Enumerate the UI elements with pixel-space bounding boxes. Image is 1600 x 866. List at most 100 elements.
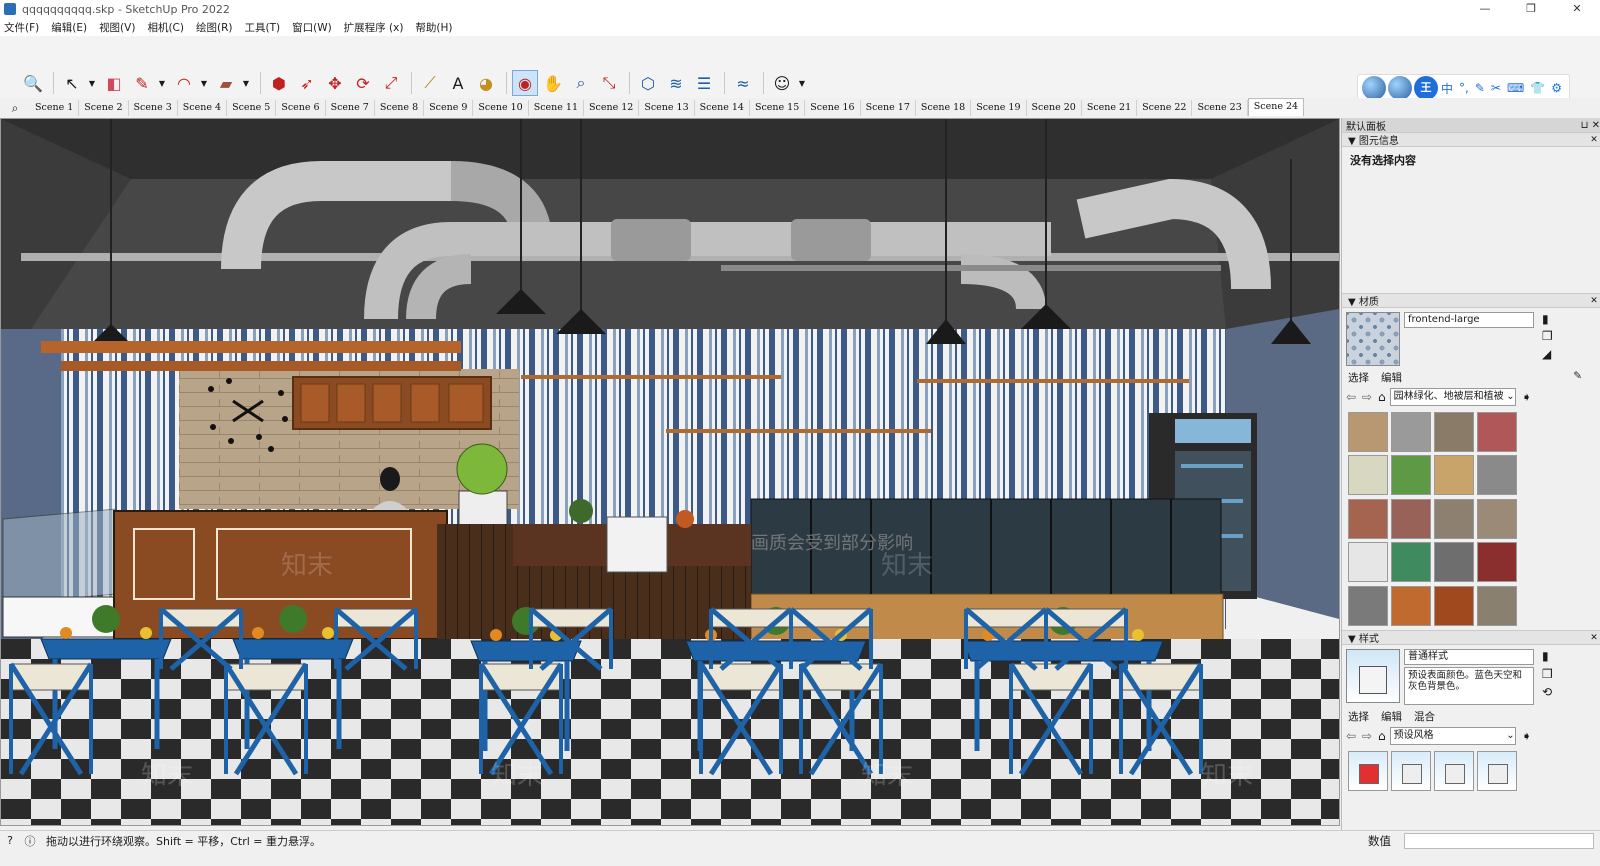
menu-view[interactable]: 视图(V) — [99, 20, 135, 35]
follow-me-icon[interactable]: ➶ — [294, 70, 320, 96]
collapse-triangle-icon[interactable]: ▼ — [1348, 136, 1356, 147]
scene-tab[interactable]: Scene 14 — [695, 100, 750, 116]
material-swatch[interactable] — [1477, 412, 1517, 452]
tab-select[interactable]: 选择 — [1348, 709, 1369, 723]
scene-tab[interactable]: Scene 6 — [276, 100, 326, 116]
menu-file[interactable]: 文件(F) — [4, 20, 39, 35]
scene-tab[interactable]: Scene 15 — [750, 100, 806, 116]
info-icon[interactable]: ⓘ — [20, 833, 40, 849]
close-icon[interactable]: ✕ — [1588, 633, 1600, 643]
details-arrow-icon[interactable]: ➧ — [1522, 729, 1532, 743]
style-thumbnail[interactable] — [1348, 751, 1388, 791]
zoom-extents-icon[interactable]: ⤡ — [596, 70, 622, 96]
material-swatch[interactable] — [1477, 542, 1517, 583]
ime-screenshot-icon[interactable]: ✂ — [1491, 81, 1501, 95]
style-collection-select[interactable]: 预设风格 ⌄ — [1389, 727, 1516, 745]
scene-tab[interactable]: Scene 19 — [971, 100, 1027, 116]
chevron-down-icon[interactable]: ▼ — [241, 70, 251, 96]
ime-skin-icon[interactable]: 👕 — [1530, 81, 1545, 95]
material-preview-swatch[interactable] — [1346, 312, 1400, 366]
material-swatch[interactable] — [1477, 585, 1517, 626]
ime-chinese-toggle[interactable]: 中 — [1441, 80, 1453, 97]
style-thumbnail[interactable] — [1391, 751, 1431, 791]
tab-edit[interactable]: 编辑 — [1381, 709, 1402, 723]
zoom-icon[interactable]: ⌕ — [568, 70, 594, 96]
extension-icon[interactable]: ≋ — [663, 70, 689, 96]
close-button[interactable]: ✕ — [1554, 0, 1600, 18]
chevron-down-icon[interactable]: ▼ — [157, 70, 167, 96]
scene-render[interactable]: 画质会受到部分影响 知末 知末 知末 知末 知末 知末 — [1, 119, 1339, 825]
zoom-window-icon[interactable]: 🔍 — [20, 70, 46, 96]
ime-logo[interactable]: 王 — [1413, 76, 1438, 100]
scene-tab[interactable]: Scene 17 — [861, 100, 916, 116]
display-secondary-icon[interactable]: ▮ — [1542, 312, 1553, 329]
material-swatch[interactable] — [1434, 498, 1474, 539]
scene-tab[interactable]: Scene 10 — [473, 100, 529, 116]
material-swatch[interactable] — [1391, 412, 1431, 452]
chevron-down-icon[interactable]: ▼ — [199, 70, 209, 96]
material-swatch[interactable] — [1434, 542, 1474, 583]
scene-tab[interactable]: Scene 2 — [79, 100, 129, 116]
move-icon[interactable]: ✥ — [322, 70, 348, 96]
rotate-icon[interactable]: ⟳ — [350, 70, 376, 96]
style-thumbnail[interactable] — [1434, 751, 1474, 791]
measurements-input[interactable] — [1404, 833, 1594, 849]
materials-header[interactable]: ▼ 材质 ✕ — [1342, 293, 1600, 308]
menu-help[interactable]: 帮助(H) — [415, 20, 452, 35]
material-collection-select[interactable]: 园林绿化、地被层和植被 ⌄ — [1389, 388, 1516, 406]
scene-tab[interactable]: Scene 4 — [178, 100, 228, 116]
layers-icon[interactable]: ☰ — [691, 70, 717, 96]
menu-camera[interactable]: 相机(C) — [147, 20, 184, 35]
push-pull-icon[interactable]: ⬢ — [266, 70, 292, 96]
scene-tab[interactable]: Scene 7 — [326, 100, 375, 116]
material-swatch[interactable] — [1391, 542, 1431, 583]
scene-tab[interactable]: Scene 18 — [916, 100, 972, 116]
eraser-icon[interactable]: ◧ — [101, 70, 127, 96]
material-swatch[interactable] — [1391, 455, 1431, 496]
home-icon[interactable]: ⌂ — [1378, 390, 1386, 404]
ime-settings-icon[interactable]: ⚙ — [1551, 81, 1562, 95]
tab-mix[interactable]: 混合 — [1414, 709, 1435, 723]
create-material-icon[interactable]: ❒ — [1542, 329, 1553, 346]
style-description-input[interactable]: 预设表面颜色。蓝色天空和灰色背景色。 — [1404, 667, 1534, 705]
tray-pin-close-icon[interactable]: ⊔ ✕ — [1581, 120, 1600, 131]
pencil-icon[interactable]: ✎ — [129, 70, 155, 96]
tab-select[interactable]: 选择 — [1348, 370, 1369, 384]
globe-icon[interactable] — [1361, 76, 1386, 100]
sandbox-icon[interactable]: ≈ — [730, 70, 756, 96]
scene-tab[interactable]: Scene 20 — [1027, 100, 1082, 116]
back-arrow-icon[interactable]: ⇦ — [1346, 729, 1362, 743]
account-icon[interactable]: ☺ — [769, 70, 795, 96]
menu-extensions[interactable]: 扩展程序 (x) — [344, 20, 404, 35]
collapse-triangle-icon[interactable]: ▼ — [1348, 634, 1356, 645]
ime-keyboard-icon[interactable]: ⌨ — [1507, 81, 1524, 95]
menu-window[interactable]: 窗口(W) — [292, 20, 332, 35]
home-icon[interactable]: ⌂ — [1378, 729, 1386, 743]
scene-tab[interactable]: Scene 5 — [227, 100, 277, 116]
rectangle-icon[interactable]: ▰ — [213, 70, 239, 96]
orbit-icon[interactable]: ◉ — [512, 70, 538, 96]
material-swatch[interactable] — [1434, 412, 1474, 452]
forward-arrow-icon[interactable]: ⇨ — [1362, 729, 1378, 743]
text-icon[interactable]: A — [445, 70, 471, 96]
drawing-viewport[interactable]: 画质会受到部分影响 知末 知末 知末 知末 知末 知末 — [0, 118, 1340, 826]
chevron-down-icon[interactable]: ▼ — [87, 70, 97, 96]
menu-tools[interactable]: 工具(T) — [244, 20, 280, 35]
scene-tab[interactable]: Scene 13 — [639, 100, 695, 116]
material-swatch[interactable] — [1477, 498, 1517, 539]
scene-tab[interactable]: Scene 12 — [584, 100, 640, 116]
update-style-icon[interactable]: ⟲ — [1542, 685, 1553, 703]
ime-handwrite-icon[interactable]: ✎ — [1475, 81, 1485, 95]
material-swatch[interactable] — [1348, 542, 1388, 583]
material-swatch[interactable] — [1348, 498, 1388, 539]
scene-tab[interactable]: Scene 16 — [805, 100, 861, 116]
details-arrow-icon[interactable]: ➧ — [1522, 390, 1532, 404]
entity-info-header[interactable]: ▼ 图元信息 ✕ — [1342, 132, 1600, 147]
maximize-button[interactable]: ❐ — [1508, 0, 1554, 18]
material-swatch[interactable] — [1477, 455, 1517, 496]
chevron-down-icon[interactable]: ▼ — [797, 70, 807, 96]
scene-tab[interactable]: Scene 22 — [1137, 100, 1193, 116]
paint-bucket-icon[interactable]: ◕ — [473, 70, 499, 96]
globe-icon[interactable] — [1387, 76, 1412, 100]
close-icon[interactable]: ✕ — [1588, 296, 1600, 306]
